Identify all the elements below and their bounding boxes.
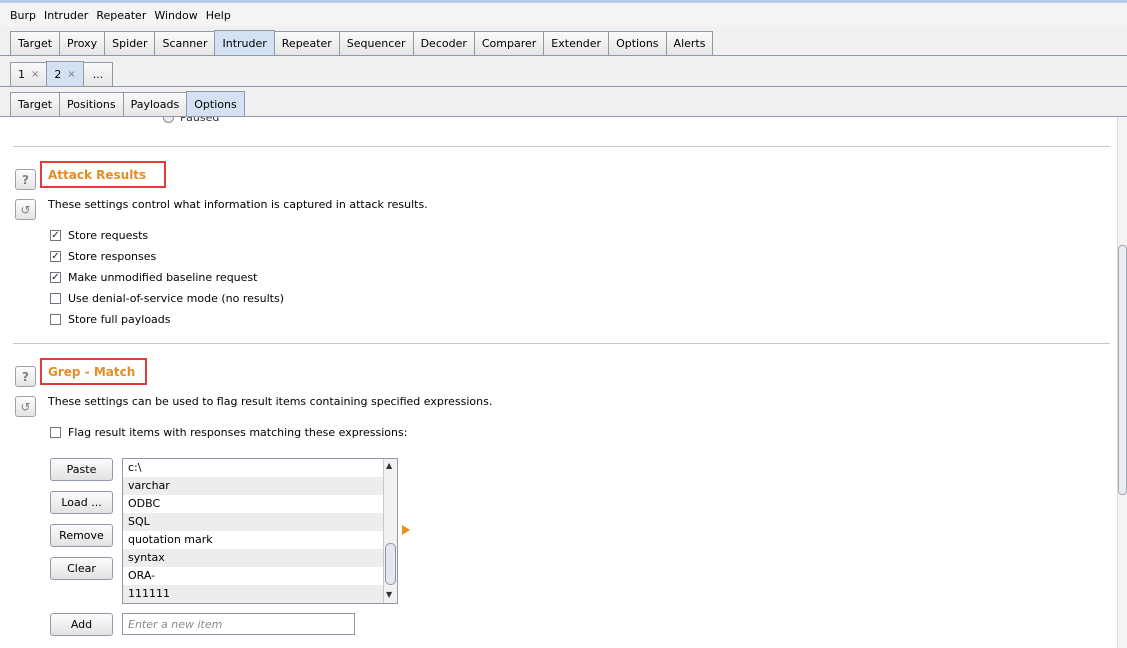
attack-results-description: These settings control what information … bbox=[48, 198, 428, 211]
menu-repeater[interactable]: Repeater bbox=[92, 9, 150, 22]
scroll-up-icon[interactable]: ▲ bbox=[386, 461, 392, 470]
store-responses-checkbox[interactable]: ✓ bbox=[50, 251, 61, 262]
store-responses-label: Store responses bbox=[68, 250, 157, 263]
instance-tab-bar: 1 × 2 × ... bbox=[0, 58, 1127, 86]
new-item-input[interactable] bbox=[122, 613, 355, 635]
baseline-request-label: Make unmodified baseline request bbox=[68, 271, 258, 284]
list-item[interactable]: quotation mark bbox=[123, 531, 383, 549]
menu-bar: Burp Intruder Repeater Window Help bbox=[0, 3, 1127, 27]
subtab-options[interactable]: Options bbox=[186, 91, 245, 116]
list-scrollbar[interactable]: ▲ ▼ bbox=[383, 459, 397, 603]
close-icon[interactable]: × bbox=[31, 69, 39, 80]
menu-help[interactable]: Help bbox=[202, 9, 235, 22]
grep-expression-list[interactable]: c:\ varchar ODBC SQL quotation mark synt… bbox=[122, 458, 398, 604]
main-tab-bar: Target Proxy Spider Scanner Intruder Rep… bbox=[0, 27, 1127, 55]
sub-tab-bar: Target Positions Payloads Options bbox=[0, 90, 1127, 116]
close-icon[interactable]: × bbox=[67, 69, 75, 80]
paste-button[interactable]: Paste bbox=[50, 458, 113, 481]
list-item[interactable]: c:\ bbox=[123, 459, 383, 477]
help-icon[interactable]: ? bbox=[15, 366, 36, 387]
store-full-payloads-checkbox[interactable] bbox=[50, 314, 61, 325]
instance-tab-label: 2 bbox=[54, 67, 62, 81]
store-full-payloads-label: Store full payloads bbox=[68, 313, 171, 326]
load-button[interactable]: Load ... bbox=[50, 491, 113, 514]
list-item[interactable]: syntax bbox=[123, 549, 383, 567]
tab-repeater[interactable]: Repeater bbox=[273, 31, 340, 55]
instance-tab-1[interactable]: 1 × bbox=[10, 62, 48, 86]
dos-mode-checkbox[interactable] bbox=[50, 293, 61, 304]
flag-result-checkbox[interactable] bbox=[50, 427, 61, 438]
baseline-request-option[interactable]: ✓ Make unmodified baseline request bbox=[50, 271, 257, 284]
radio-paused-label: Paused bbox=[180, 116, 220, 124]
list-item[interactable]: ORA- bbox=[123, 567, 383, 585]
add-button[interactable]: Add bbox=[50, 613, 113, 636]
list-item[interactable]: 111111 bbox=[123, 585, 383, 603]
menu-window[interactable]: Window bbox=[150, 9, 201, 22]
tab-scanner[interactable]: Scanner bbox=[154, 31, 216, 55]
store-full-payloads-option[interactable]: Store full payloads bbox=[50, 313, 171, 326]
grep-match-description: These settings can be used to flag resul… bbox=[48, 395, 493, 408]
menu-intruder[interactable]: Intruder bbox=[40, 9, 92, 22]
instance-tab-label: 1 bbox=[18, 68, 25, 81]
flag-result-option[interactable]: Flag result items with responses matchin… bbox=[50, 426, 407, 439]
tab-sequencer[interactable]: Sequencer bbox=[338, 31, 414, 55]
store-responses-option[interactable]: ✓ Store responses bbox=[50, 250, 156, 263]
menu-burp[interactable]: Burp bbox=[6, 9, 40, 22]
list-item[interactable]: ODBC bbox=[123, 495, 383, 513]
panel-scroll-thumb[interactable] bbox=[1118, 245, 1127, 495]
subtab-target[interactable]: Target bbox=[10, 92, 61, 116]
store-requests-option[interactable]: ✓ Store requests bbox=[50, 229, 148, 242]
flag-result-label: Flag result items with responses matchin… bbox=[68, 426, 408, 439]
store-requests-checkbox[interactable]: ✓ bbox=[50, 230, 61, 241]
subtab-positions[interactable]: Positions bbox=[59, 92, 124, 116]
list-item[interactable]: SQL bbox=[123, 513, 383, 531]
section-separator bbox=[13, 146, 1110, 147]
store-requests-label: Store requests bbox=[68, 229, 149, 242]
baseline-request-checkbox[interactable]: ✓ bbox=[50, 272, 61, 283]
remove-button[interactable]: Remove bbox=[50, 524, 113, 547]
instance-tab-2[interactable]: 2 × bbox=[46, 61, 84, 86]
clear-button[interactable]: Clear bbox=[50, 557, 113, 580]
new-instance-tab[interactable]: ... bbox=[82, 62, 114, 86]
subtab-payloads[interactable]: Payloads bbox=[122, 92, 188, 116]
tab-comparer[interactable]: Comparer bbox=[473, 31, 545, 55]
section-separator bbox=[13, 343, 1110, 344]
tab-options[interactable]: Options bbox=[608, 31, 667, 55]
list-scroll-thumb[interactable] bbox=[385, 543, 396, 585]
expand-arrow-icon[interactable] bbox=[402, 525, 410, 535]
reset-icon[interactable]: ↺ bbox=[15, 396, 36, 417]
reset-icon[interactable]: ↺ bbox=[15, 199, 36, 220]
tab-proxy[interactable]: Proxy bbox=[59, 31, 106, 55]
scroll-down-icon[interactable]: ▼ bbox=[386, 590, 392, 599]
list-item[interactable]: varchar bbox=[123, 477, 383, 495]
dos-mode-option[interactable]: Use denial-of-service mode (no results) bbox=[50, 292, 284, 305]
grep-match-title: Grep - Match bbox=[40, 358, 148, 385]
radio-paused[interactable] bbox=[163, 117, 174, 123]
attack-results-title: Attack Results bbox=[40, 161, 167, 188]
tab-target[interactable]: Target bbox=[10, 31, 61, 55]
help-icon[interactable]: ? bbox=[15, 169, 36, 190]
dos-mode-label: Use denial-of-service mode (no results) bbox=[68, 292, 284, 305]
tab-alerts[interactable]: Alerts bbox=[665, 31, 714, 55]
panel-scrollbar[interactable] bbox=[1117, 117, 1127, 648]
options-panel: Paused ? ↺ Attack Results These settings… bbox=[0, 116, 1127, 648]
tab-extender[interactable]: Extender bbox=[543, 31, 610, 55]
tab-intruder[interactable]: Intruder bbox=[214, 30, 275, 55]
tab-spider[interactable]: Spider bbox=[104, 31, 156, 55]
tab-decoder[interactable]: Decoder bbox=[412, 31, 475, 55]
